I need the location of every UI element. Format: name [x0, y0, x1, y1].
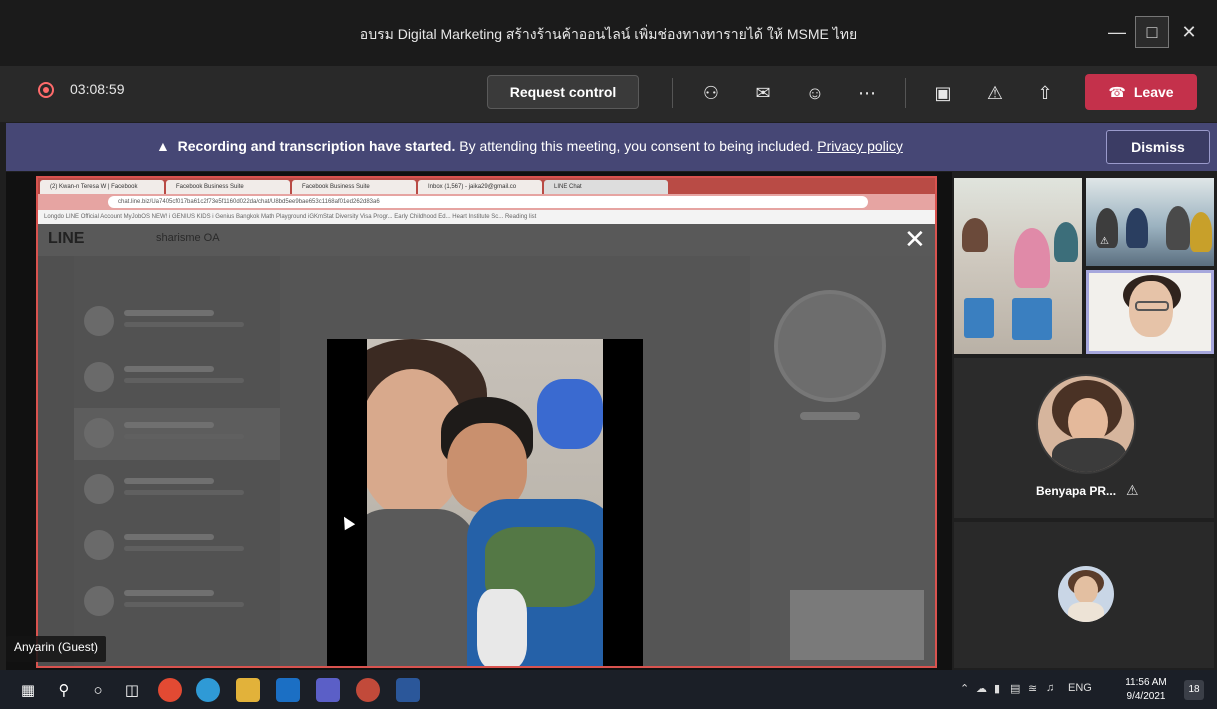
shared-screen: (2) Kwan-n Teresa W | Facebook Facebook …	[36, 176, 937, 668]
close-icon: ✕	[904, 224, 926, 254]
line-logo: LINE	[48, 230, 85, 247]
main-stage: (2) Kwan-n Teresa W | Facebook Facebook …	[6, 172, 952, 670]
title-bar: อบรม Digital Marketing สร้างร้านค้าออนไล…	[0, 0, 1217, 66]
browser-tab: Inbox (1,567) - jaika29@gmail.co	[418, 180, 542, 194]
browser-tab: (2) Kwan-n Teresa W | Facebook	[40, 180, 164, 194]
request-control-button[interactable]: Request control	[487, 75, 639, 109]
participant-tile[interactable]: Benyapa PR... ⚠	[954, 358, 1214, 518]
teams-icon[interactable]	[316, 678, 340, 702]
outlook-icon[interactable]	[276, 678, 300, 702]
participants-icon[interactable]: ⚇	[696, 78, 726, 108]
line-header: LINE sharisme OA ✕	[38, 224, 935, 256]
self-video-tile[interactable]	[1086, 270, 1214, 354]
chevron-up-icon[interactable]: ⌃	[960, 682, 969, 695]
language-indicator[interactable]: ENG	[1068, 682, 1092, 694]
bookmarks-bar: Longdo LINE Official Account MyJobOS NEW…	[38, 210, 935, 224]
profile-avatar	[774, 290, 886, 402]
close-icon[interactable]: ✕	[1172, 16, 1206, 48]
video-gallery: ⚠ Benyapa PR... ⚠	[952, 172, 1217, 670]
browser-tab: Facebook Business Suite	[292, 180, 416, 194]
line-profile-pane	[750, 256, 935, 666]
privacy-policy-link[interactable]: Privacy policy	[817, 138, 903, 154]
search-icon[interactable]: ⚲	[52, 678, 76, 702]
network-icon[interactable]: ▤	[1010, 682, 1020, 695]
more-icon[interactable]: ⋯	[852, 78, 882, 108]
windows-taskbar: ▦ ⚲ ○ ◫ ⌃ ☁ ▮ ▤ ≊ ♫ ENG 11:56 AM 9/4/202…	[0, 670, 1217, 709]
phone-icon: ☎	[1108, 83, 1126, 100]
avatar	[1058, 566, 1114, 622]
browser-address-bar: chat.line.biz/Ua7405cf017ba61c2f73e5f116…	[38, 194, 935, 210]
file-explorer-icon[interactable]	[236, 678, 260, 702]
meeting-toolbar: 03:08:59 Request control ⚇ ✉ ☺ ⋯ ▣ ⚠ ⇧ ☎…	[0, 66, 1217, 122]
mic-off-icon: ⚠	[1100, 236, 1109, 247]
leave-button[interactable]: ☎ Leave	[1085, 74, 1197, 110]
minimize-icon[interactable]: —	[1100, 16, 1134, 48]
dismiss-button[interactable]: Dismiss	[1106, 130, 1210, 164]
banner-text: By attending this meeting, you consent t…	[459, 138, 814, 154]
list-item	[74, 464, 280, 516]
mic-off-icon: ⚠	[1126, 482, 1139, 498]
list-item	[74, 296, 280, 348]
share-icon[interactable]: ⇧	[1030, 78, 1060, 108]
leave-label: Leave	[1133, 84, 1174, 100]
chrome-icon[interactable]	[158, 678, 182, 702]
wifi-icon[interactable]: ≊	[1028, 682, 1037, 695]
browser-tab: Facebook Business Suite	[166, 180, 290, 194]
recording-banner: ▲ Recording and transcription have start…	[6, 123, 1217, 171]
clock-date: 9/4/2021	[1126, 691, 1166, 702]
video-tile[interactable]	[954, 178, 1082, 354]
browser-tabstrip: (2) Kwan-n Teresa W | Facebook Facebook …	[38, 178, 935, 194]
start-icon[interactable]: ▦	[16, 678, 40, 702]
word-icon[interactable]	[396, 678, 420, 702]
clock-time: 11:56 AM	[1125, 677, 1167, 688]
list-item	[74, 352, 280, 404]
line-chat-app: LINE sharisme OA ✕	[38, 224, 935, 666]
list-item	[74, 408, 280, 460]
notes-box	[790, 590, 924, 660]
profile-name	[800, 412, 860, 420]
line-nav-rail	[38, 256, 74, 666]
participant-tile[interactable]	[954, 522, 1214, 668]
reactions-icon[interactable]: ☺	[800, 78, 830, 108]
mic-off-icon[interactable]: ⚠	[980, 78, 1010, 108]
clock[interactable]: 11:56 AM 9/4/2021	[1116, 676, 1176, 704]
photo-viewer	[327, 339, 643, 666]
chrome-alt-icon[interactable]	[356, 678, 380, 702]
cortana-icon[interactable]: ○	[86, 678, 110, 702]
toolbar-divider	[672, 78, 673, 108]
camera-off-icon[interactable]: ▣	[928, 78, 958, 108]
chat-icon[interactable]: ✉	[748, 78, 778, 108]
notification-icon[interactable]: 18	[1184, 680, 1204, 700]
toolbar-divider	[905, 78, 906, 108]
selfie-photo	[367, 339, 603, 666]
task-view-icon[interactable]: ◫	[120, 678, 144, 702]
banner-message: ▲ Recording and transcription have start…	[156, 138, 903, 154]
battery-icon[interactable]: ▮	[994, 682, 1000, 695]
video-tile[interactable]: ⚠	[1086, 178, 1214, 266]
onedrive-icon[interactable]: ☁	[976, 682, 987, 695]
presenter-label: Anyarin (Guest)	[6, 636, 107, 662]
banner-bold-text: Recording and transcription have started…	[177, 138, 456, 154]
list-item	[74, 520, 280, 572]
participant-name: Benyapa PR...	[1036, 484, 1117, 498]
recording-timer: 03:08:59	[70, 81, 125, 97]
browser-url: chat.line.biz/Ua7405cf017ba61c2f73e5f116…	[108, 196, 868, 208]
volume-icon[interactable]: ♫	[1046, 682, 1054, 694]
warning-icon: ▲	[156, 138, 170, 154]
window-title: อบรม Digital Marketing สร้างร้านค้าออนไล…	[359, 26, 858, 42]
list-item	[74, 576, 280, 628]
edge-icon[interactable]	[196, 678, 220, 702]
recording-icon	[38, 82, 54, 98]
line-chat-list	[74, 256, 280, 666]
avatar	[1036, 374, 1136, 474]
browser-tab: LINE Chat	[544, 180, 668, 194]
line-account: sharisme OA	[156, 232, 220, 244]
maximize-icon[interactable]: □	[1135, 16, 1169, 48]
